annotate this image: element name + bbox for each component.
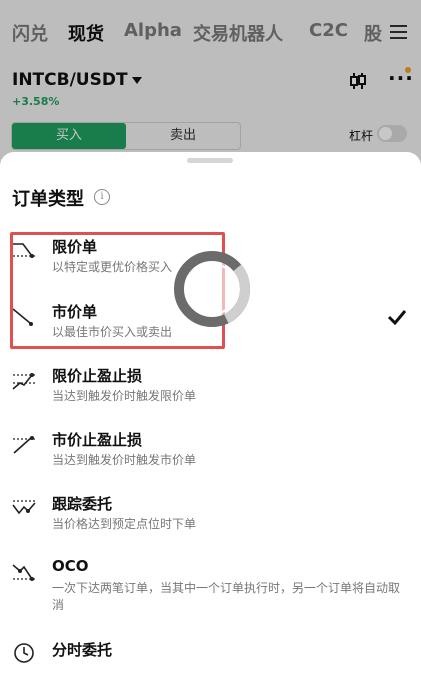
order-type-title: 分时委托 bbox=[52, 641, 113, 659]
oco-icon bbox=[12, 564, 35, 581]
leverage-toggle[interactable] bbox=[377, 125, 407, 142]
tab-c2c[interactable]: C2C bbox=[309, 20, 348, 41]
tab-convert[interactable]: 闪兑 bbox=[12, 20, 48, 46]
caret-down-icon bbox=[131, 76, 142, 84]
twap-icon bbox=[14, 643, 34, 663]
order-type-desc: 当价格达到预定点位时下单 bbox=[52, 517, 197, 531]
order-type-stop-market[interactable]: 市价止盈止损 当达到触发价时触发市价单 bbox=[0, 429, 421, 489]
order-type-title: 市价止盈止损 bbox=[52, 431, 143, 449]
order-type-desc: 当达到触发价时触发限价单 bbox=[52, 389, 197, 403]
trailing-order-icon bbox=[12, 500, 36, 515]
leverage-label: 杠杆 bbox=[349, 129, 374, 143]
order-type-desc: 当达到触发价时触发市价单 bbox=[52, 453, 197, 467]
order-type-twap[interactable]: 分时委托 bbox=[0, 639, 421, 699]
stop-limit-icon bbox=[12, 373, 35, 390]
order-type-trailing[interactable]: 跟踪委托 当价格达到预定点位时下单 bbox=[0, 493, 421, 553]
more-options-icon[interactable]: ··· bbox=[388, 66, 414, 90]
menu-icon[interactable] bbox=[390, 25, 407, 39]
loading-spinner-icon bbox=[174, 251, 250, 327]
buy-sell-switch: 买入 卖出 bbox=[11, 122, 241, 150]
info-icon[interactable]: i bbox=[94, 189, 110, 205]
notification-dot bbox=[405, 67, 411, 73]
order-type-sheet: 订单类型 i 限价单 以特定或更优价格买入 市价单 以最佳市价买入或卖出 限价止… bbox=[0, 152, 421, 663]
order-type-oco[interactable]: OCO 一次下达两笔订单，当其中一个订单执行时，另一个订单将自动取消 bbox=[0, 557, 421, 617]
tab-spot[interactable]: 现货 bbox=[68, 20, 104, 46]
price-change: +3.58% bbox=[12, 95, 60, 108]
top-nav: 闪兑 现货 Alpha 交易机器人 C2C 股 bbox=[0, 14, 421, 52]
order-type-title: OCO bbox=[52, 557, 89, 575]
sheet-drag-handle[interactable] bbox=[187, 158, 233, 163]
tab-stocks[interactable]: 股 bbox=[364, 20, 382, 46]
candlestick-chart-icon[interactable] bbox=[349, 72, 367, 94]
buy-button[interactable]: 买入 bbox=[12, 123, 126, 149]
sheet-title: 订单类型 bbox=[12, 189, 84, 210]
tab-trading-bots[interactable]: 交易机器人 bbox=[193, 20, 283, 46]
sell-button[interactable]: 卖出 bbox=[126, 123, 240, 149]
pair-selector[interactable]: INTCB/USDT bbox=[12, 70, 142, 90]
tab-alpha[interactable]: Alpha bbox=[124, 20, 182, 41]
order-type-title: 跟踪委托 bbox=[52, 495, 113, 513]
order-type-stop-limit[interactable]: 限价止盈止损 当达到触发价时触发限价单 bbox=[0, 365, 421, 425]
pair-name: INTCB/USDT bbox=[12, 70, 128, 90]
order-type-title: 限价止盈止损 bbox=[52, 367, 143, 385]
selected-check-icon bbox=[387, 310, 407, 325]
order-type-desc: 一次下达两笔订单，当其中一个订单执行时，另一个订单将自动取消 bbox=[52, 581, 401, 612]
stop-market-icon bbox=[13, 436, 35, 454]
